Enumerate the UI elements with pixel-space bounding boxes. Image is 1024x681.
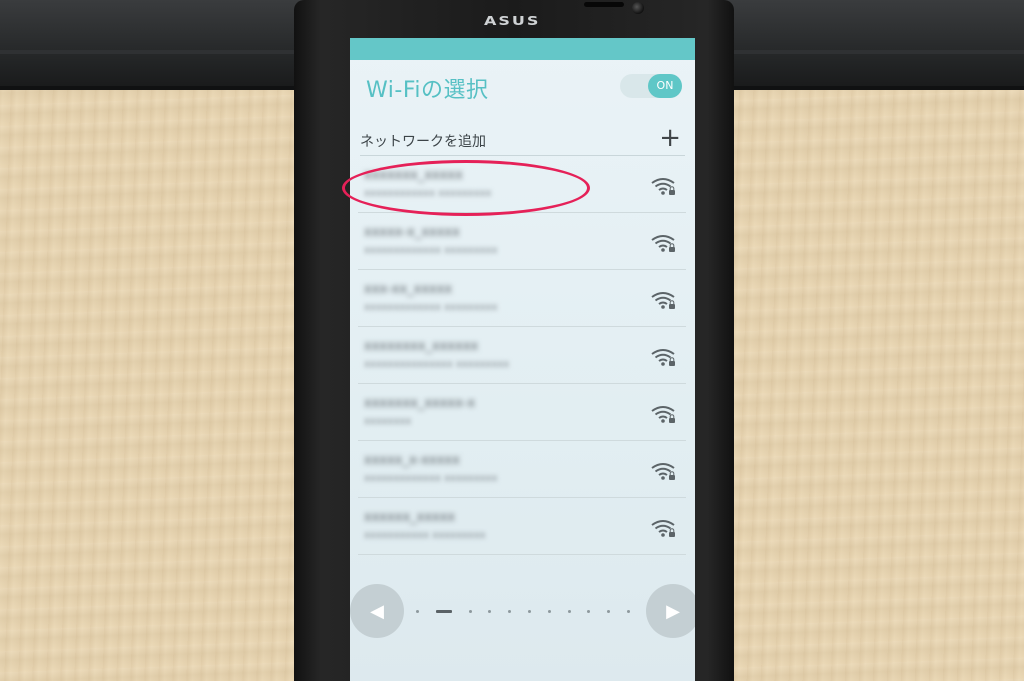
network-detail: xxxxxxxxxxxxx xxxxxxxxx — [364, 473, 498, 484]
network-item[interactable]: xxx-xx_xxxxx xxxxxxxxxxxxx xxxxxxxxx — [358, 274, 686, 327]
wifi-lock-icon — [651, 235, 675, 252]
network-item[interactable]: xxxxxx_xxxxx xxxxxxxxxxx xxxxxxxxx — [358, 502, 686, 555]
network-detail: xxxxxxxxxxxxx xxxxxxxxx — [364, 302, 498, 313]
plus-icon[interactable]: + — [659, 123, 681, 153]
network-ssid: xxxxx_x-xxxxx — [364, 453, 460, 468]
network-detail: xxxxxxxxxxx xxxxxxxxx — [364, 530, 486, 541]
chevron-left-icon: ◀ — [370, 600, 384, 622]
network-ssid: xxx-xx_xxxxx — [364, 282, 453, 297]
setup-navigation: ◀ ▶ — [350, 584, 695, 638]
network-item[interactable]: xxxxx-x_xxxxx xxxxxxxxxxxxx xxxxxxxxx — [358, 217, 686, 270]
camera-lens — [632, 2, 644, 14]
page-indicator — [416, 608, 630, 614]
earpiece — [584, 2, 624, 7]
network-item[interactable]: xxxxx_x-xxxxx xxxxxxxxxxxxx xxxxxxxxx — [358, 445, 686, 498]
wifi-lock-icon — [651, 349, 675, 366]
page-dot — [587, 609, 591, 613]
chevron-right-icon: ▶ — [666, 600, 680, 622]
page-dot — [607, 609, 611, 613]
page-dot — [626, 609, 630, 613]
network-ssid: xxxxx-x_xxxxx — [364, 225, 460, 240]
page-dot — [547, 609, 551, 613]
add-network-label: ネットワークを追加 — [360, 134, 486, 150]
network-detail: xxxxxxxxxxxxx xxxxxxxxx — [364, 245, 498, 256]
wifi-lock-icon — [651, 406, 675, 423]
network-ssid: xxxxxxx_xxxxx-x — [364, 396, 476, 411]
wifi-lock-icon — [651, 292, 675, 309]
highlight-annotation — [342, 160, 590, 216]
network-ssid: xxxxxxxx_xxxxxx — [364, 339, 479, 354]
page-dot — [416, 609, 419, 613]
wifi-toggle[interactable]: ON — [620, 74, 682, 98]
wifi-toggle-label: ON — [648, 74, 682, 98]
page-dot — [527, 609, 531, 613]
wifi-lock-icon — [651, 178, 675, 195]
prev-page-button[interactable]: ◀ — [350, 584, 404, 638]
status-strip — [350, 38, 695, 60]
next-page-button[interactable]: ▶ — [646, 584, 695, 638]
page-title: Wi-Fiの選択 — [366, 78, 489, 103]
network-item[interactable]: xxxxxxx_xxxxx-x xxxxxxxx — [358, 388, 686, 441]
page-dot — [508, 609, 512, 613]
wifi-setup-screen: Wi-Fiの選択 ON ネットワークを追加 + xxxxxxx_xxxxx xxx… — [350, 38, 695, 681]
brand-logo: ASUS — [484, 12, 541, 29]
network-detail: xxxxxxxx — [364, 416, 412, 427]
wifi-lock-icon — [651, 463, 675, 480]
network-ssid: xxxxxx_xxxxx — [364, 510, 456, 525]
wifi-lock-icon — [651, 520, 675, 537]
network-detail: xxxxxxxxxxxxxxx xxxxxxxxx — [364, 359, 510, 370]
page-dot — [488, 609, 492, 613]
network-item[interactable]: xxxxxxxx_xxxxxx xxxxxxxxxxxxxxx xxxxxxxxx — [358, 331, 686, 384]
page-dot — [468, 609, 472, 613]
page-dot-active — [435, 609, 452, 613]
page-dot — [567, 609, 571, 613]
add-network-row[interactable]: ネットワークを追加 + — [360, 123, 685, 156]
